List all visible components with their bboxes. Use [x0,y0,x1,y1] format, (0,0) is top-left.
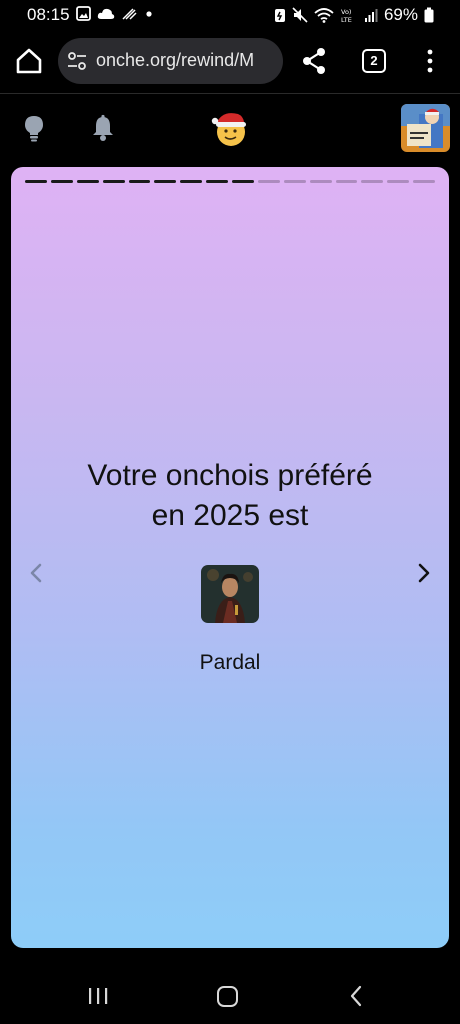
address-bar[interactable]: onche.org/rewind/M [58,38,283,84]
svg-text:LTE: LTE [341,16,352,23]
dot-icon [146,10,152,17]
android-nav-bar [0,960,460,1024]
story-progress-segment [154,180,177,183]
url-text[interactable]: onche.org/rewind/M [96,50,254,71]
battery-percent: 69% [383,5,418,24]
story-progress-segment [361,180,384,183]
status-left-icons [76,6,155,21]
story-progress-segment [309,180,332,183]
battery-icon [424,7,434,23]
signal-strike-icon [122,7,137,20]
favorite-user-avatar-image [201,565,259,623]
story-progress-bar [25,180,435,183]
wifi-icon [314,8,334,23]
share-icon[interactable] [300,46,328,76]
chevron-left-icon[interactable] [27,562,45,584]
story-title-line-1: Votre onchois préféré [87,459,373,492]
favorite-user-name[interactable]: Pardal [11,651,449,675]
cloud-icon [97,8,115,19]
story-progress-segment [180,180,203,183]
story-progress-segment [76,180,99,183]
home-icon[interactable] [14,46,44,76]
mute-icon [292,7,308,23]
bell-icon[interactable] [91,114,115,142]
story-progress-segment [387,180,410,183]
chevron-right-icon[interactable] [415,562,433,584]
tabs-button[interactable]: 2 [362,49,386,73]
story-progress-segment [50,180,73,183]
santa-logo-icon[interactable] [210,108,250,148]
story-progress-segment [335,180,358,183]
home-icon[interactable] [217,986,238,1007]
site-header [0,94,460,162]
story-progress-segment [128,180,151,183]
favorite-user-avatar[interactable] [201,565,259,623]
image-icon [76,6,91,21]
story-progress-segment [283,180,306,183]
kebab-menu-icon[interactable] [420,48,440,74]
battery-saver-icon [274,9,285,22]
rewind-story-card[interactable]: Votre onchois préféré en 2025 est Pardal [11,167,449,948]
status-bar: 08:15 Vo) LTE 69% [0,0,460,30]
story-progress-segment [257,180,280,183]
story-progress-segment [102,180,125,183]
user-avatar-image [401,104,450,152]
story-progress-segment [25,180,47,183]
story-progress-segment [206,180,228,183]
story-title-line-2: en 2025 est [151,499,309,532]
user-avatar[interactable] [401,104,450,152]
story-progress-segment [413,180,435,183]
cell-signal-icon [364,9,378,22]
svg-text:Vo): Vo) [341,8,351,16]
status-right: Vo) LTE 69% [274,5,434,25]
browser-toolbar: onche.org/rewind/M 2 [0,30,460,92]
lightbulb-icon[interactable] [22,114,46,142]
status-time: 08:15 [27,5,70,24]
back-icon[interactable] [349,985,363,1007]
recents-icon[interactable] [87,987,109,1005]
story-progress-segment [232,180,254,183]
volte-icon: Vo) LTE [341,8,352,23]
tune-icon[interactable] [67,51,87,71]
tabs-count: 2 [370,53,378,68]
story-title: Votre onchois préféré en 2025 est [11,456,449,536]
